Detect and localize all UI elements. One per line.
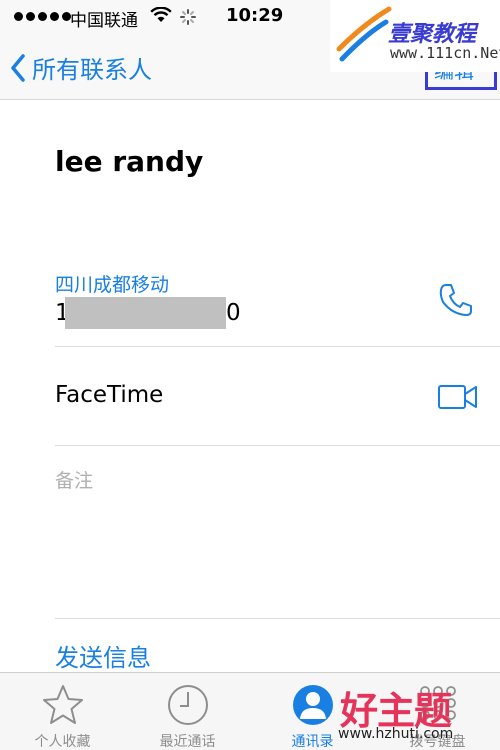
phone-redaction [65,297,226,329]
contact-name: lee randy [55,145,204,178]
watermark-swoosh-icon [336,6,392,62]
divider [55,618,500,619]
tab-favorites[interactable]: 个人收藏 [0,673,125,750]
tab-label: 最近通话 [159,734,216,750]
phone-call-icon[interactable] [438,282,474,318]
watermark-bottom: 好主题 www.hzhuti.com [310,676,500,750]
back-button[interactable]: 所有联系人 [10,50,152,85]
signal-strength-icon [14,12,71,21]
star-icon [42,685,83,724]
facetime-label[interactable]: FaceTime [55,382,163,408]
carrier-name: 中国联通 [70,11,138,31]
watermark-top: 壹聚教程 www.111cn.Net [330,0,500,72]
activity-spinner-icon [180,9,196,25]
tab-recents[interactable]: 最近通话 [125,673,250,750]
send-message-button[interactable]: 发送信息 [55,638,151,673]
notes-field[interactable]: 备注 [55,466,93,493]
clock-time: 10:29 [226,5,284,26]
phone-number-end[interactable]: 0 [226,300,241,326]
facetime-video-icon[interactable] [438,384,478,410]
watermark-url: www.hzhuti.com [338,726,454,742]
divider [55,445,500,446]
watermark-url: www.111cn.Net [390,44,500,62]
wifi-icon [150,7,172,22]
chevron-left-icon [11,53,25,82]
phone-label: 四川成都移动 [55,274,170,296]
back-button-label: 所有联系人 [32,56,152,84]
tab-label: 个人收藏 [34,734,91,750]
clock-icon [167,685,208,725]
divider [55,346,500,347]
